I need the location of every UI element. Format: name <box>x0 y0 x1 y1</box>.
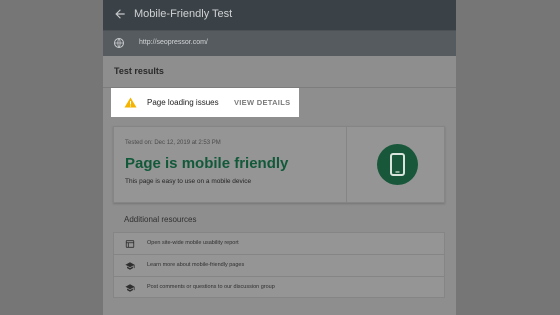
card-divider <box>346 127 347 202</box>
school-icon <box>125 262 135 270</box>
resource-item-usability-report[interactable]: Open site-wide mobile usability report <box>114 233 444 255</box>
resource-item-label: Learn more about mobile-friendly pages <box>147 262 245 268</box>
resource-item-label: Post comments or questions to our discus… <box>147 284 275 290</box>
school-icon <box>125 284 135 292</box>
resource-item-label: Open site-wide mobile usability report <box>147 240 239 246</box>
results-heading: Test results <box>114 66 164 76</box>
smartphone-icon <box>390 153 405 176</box>
tested-on-timestamp: Tested on: Dec 12, 2019 at 2:53 PM <box>125 140 221 146</box>
resource-item-discussion-group[interactable]: Post comments or questions to our discus… <box>114 277 444 299</box>
app-panel: Mobile-Friendly Test http://seopressor.c… <box>103 0 456 315</box>
result-card: Tested on: Dec 12, 2019 at 2:53 PM Page … <box>113 126 445 203</box>
warning-icon <box>124 97 137 108</box>
resource-item-learn-more[interactable]: Learn more about mobile-friendly pages <box>114 255 444 277</box>
page-loading-issues-banner: Page loading issues VIEW DETAILS <box>111 88 299 117</box>
globe-icon <box>114 38 124 48</box>
phone-badge <box>377 144 418 185</box>
resources-heading: Additional resources <box>124 215 197 224</box>
tested-url: http://seopressor.com/ <box>139 39 208 46</box>
app-bar: Mobile-Friendly Test <box>103 0 456 30</box>
url-bar[interactable]: http://seopressor.com/ <box>103 30 456 56</box>
result-title: Page is mobile friendly <box>125 155 289 172</box>
issue-label: Page loading issues <box>147 98 219 107</box>
resources-list: Open site-wide mobile usability report L… <box>113 232 445 298</box>
app-title: Mobile-Friendly Test <box>134 8 233 20</box>
arrow-back-icon[interactable] <box>113 7 127 21</box>
report-icon <box>125 240 135 248</box>
result-subtitle: This page is easy to use on a mobile dev… <box>125 178 252 185</box>
view-details-button[interactable]: VIEW DETAILS <box>234 98 290 107</box>
